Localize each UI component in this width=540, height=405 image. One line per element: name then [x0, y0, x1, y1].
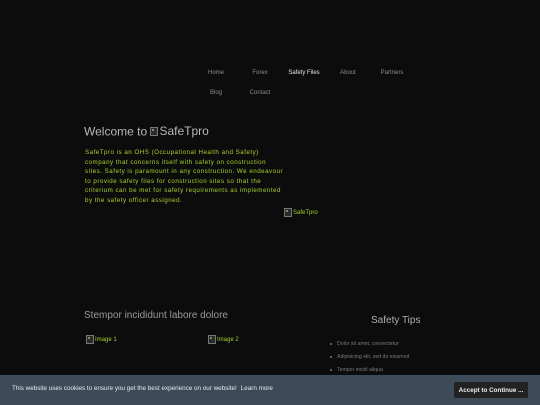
image-2-alt: Image 2	[217, 336, 239, 343]
safety-tips-list: Dolor sit amet, consectetur Adipisicing …	[330, 340, 409, 379]
image-1-alt: Image 1	[95, 336, 117, 343]
nav-row-2: Blog Contact	[194, 84, 434, 102]
bullet-icon	[330, 356, 332, 358]
nav-item-forex[interactable]: Forex	[238, 70, 282, 76]
welcome-heading: Welcome to SafeTpro	[84, 124, 209, 139]
image-1: Image 1	[86, 335, 117, 344]
cookie-message: This website uses cookies to ensure you …	[12, 385, 273, 392]
safety-tips-heading: Safety Tips	[371, 315, 421, 326]
nav-row-1: Home Forex Safety Files About Partners	[194, 64, 434, 82]
list-item: Adipisicing elit, sed do eiusmod	[330, 353, 409, 366]
broken-image-icon	[86, 335, 94, 344]
list-item: Dolor sit amet, consectetur	[330, 340, 409, 353]
brand-image: SafeTpro	[150, 124, 209, 138]
logo-image-alt: SafeTpro	[293, 209, 318, 216]
tip-text: Adipisicing elit, sed do eiusmod	[337, 354, 410, 360]
broken-image-icon	[208, 335, 216, 344]
image-2: Image 2	[208, 335, 239, 344]
learn-more-link[interactable]: Learn more	[241, 385, 273, 392]
nav-item-blog[interactable]: Blog	[194, 90, 238, 96]
broken-image-icon	[284, 208, 292, 217]
nav-item-safety-files[interactable]: Safety Files	[282, 70, 326, 76]
welcome-prefix: Welcome to	[84, 124, 148, 139]
intro-paragraph: SafeTpro is an OHS (Occupational Health …	[85, 149, 284, 204]
tip-text: Tempor incidi aliqua	[337, 367, 383, 373]
section-heading: Stempor incididunt labore dolore	[84, 310, 228, 321]
brand-image-alt: SafeTpro	[159, 124, 209, 138]
nav-item-home[interactable]: Home	[194, 70, 238, 76]
nav-item-partners[interactable]: Partners	[370, 70, 414, 76]
logo-image: SafeTpro	[284, 208, 318, 217]
page: Home Forex Safety Files About Partners B…	[0, 0, 540, 405]
bullet-icon	[330, 343, 332, 345]
broken-image-icon	[150, 126, 159, 136]
nav-item-about[interactable]: About	[326, 70, 370, 76]
cookie-message-text: This website uses cookies to ensure you …	[12, 385, 237, 392]
accept-cookies-button[interactable]: Accept to Continue ...	[454, 382, 528, 398]
cookie-consent-bar: This website uses cookies to ensure you …	[0, 375, 540, 405]
main-nav: Home Forex Safety Files About Partners B…	[194, 64, 434, 102]
tip-text: Dolor sit amet, consectetur	[337, 341, 399, 347]
nav-item-contact[interactable]: Contact	[238, 90, 282, 96]
bullet-icon	[330, 369, 332, 371]
